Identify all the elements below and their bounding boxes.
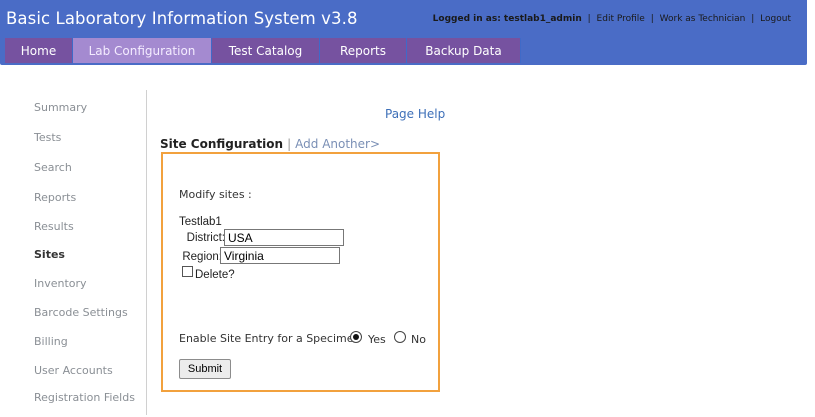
- site-configuration-heading: Site Configuration | Add Another>: [160, 137, 380, 151]
- separator: |: [650, 14, 654, 24]
- separator: |: [287, 137, 292, 151]
- app-header: Basic Laboratory Information System v3.8…: [0, 0, 807, 65]
- enable-no-label: No: [411, 333, 426, 346]
- sidebar-item-summary[interactable]: Summary: [34, 101, 87, 114]
- main-nav: Home Lab Configuration Test Catalog Repo…: [5, 38, 521, 64]
- region-field[interactable]: [220, 247, 340, 264]
- region-label: Region:: [182, 251, 222, 263]
- tab-lab-configuration[interactable]: Lab Configuration: [73, 38, 212, 63]
- sidebar-item-user-accounts[interactable]: User Accounts: [34, 364, 113, 377]
- submit-button[interactable]: Submit: [179, 359, 231, 379]
- tab-test-catalog[interactable]: Test Catalog: [212, 38, 320, 63]
- site-form-panel: Modify sites : Testlab1 District: Region…: [161, 152, 440, 392]
- page-title: Site Configuration: [160, 137, 284, 151]
- sidebar-item-inventory[interactable]: Inventory: [34, 277, 87, 290]
- district-label: District:: [186, 232, 225, 244]
- sidebar-item-results[interactable]: Results: [34, 220, 74, 233]
- sidebar-item-tests[interactable]: Tests: [34, 131, 61, 144]
- delete-checkbox[interactable]: [182, 266, 193, 277]
- sidebar-divider: [146, 90, 147, 415]
- enable-site-entry-label: Enable Site Entry for a Specimen: [179, 332, 361, 345]
- sidebar-item-search[interactable]: Search: [34, 161, 72, 174]
- sidebar-item-billing[interactable]: Billing: [34, 335, 68, 348]
- page-help-link[interactable]: Page Help: [385, 107, 445, 121]
- edit-profile-link[interactable]: Edit Profile: [597, 14, 645, 24]
- logout-link[interactable]: Logout: [760, 14, 791, 24]
- site-name: Testlab1: [179, 216, 222, 228]
- modify-sites-label: Modify sites :: [179, 188, 252, 201]
- tab-reports[interactable]: Reports: [320, 38, 407, 63]
- logged-in-text: Logged in as: testlab1_admin: [432, 14, 582, 24]
- sidebar-item-sites[interactable]: Sites: [34, 248, 65, 261]
- enable-yes-radio[interactable]: [350, 331, 362, 343]
- district-field[interactable]: [224, 229, 344, 246]
- app-title: Basic Laboratory Information System v3.8: [6, 9, 358, 28]
- user-bar: Logged in as: testlab1_admin | Edit Prof…: [433, 14, 791, 24]
- sidebar-item-registration-fields[interactable]: Registration Fields: [34, 391, 135, 404]
- tab-home[interactable]: Home: [5, 38, 73, 63]
- separator: |: [587, 14, 591, 24]
- enable-no-radio[interactable]: [394, 331, 406, 343]
- enable-yes-label: Yes: [368, 333, 386, 346]
- work-as-technician-link[interactable]: Work as Technician: [660, 14, 746, 24]
- tab-backup-data[interactable]: Backup Data: [407, 38, 521, 63]
- sidebar-item-barcode-settings[interactable]: Barcode Settings: [34, 306, 128, 319]
- sidebar-item-reports[interactable]: Reports: [34, 191, 76, 204]
- separator: |: [751, 14, 755, 24]
- delete-label: Delete?: [195, 269, 235, 281]
- add-another-link[interactable]: Add Another>: [295, 137, 380, 151]
